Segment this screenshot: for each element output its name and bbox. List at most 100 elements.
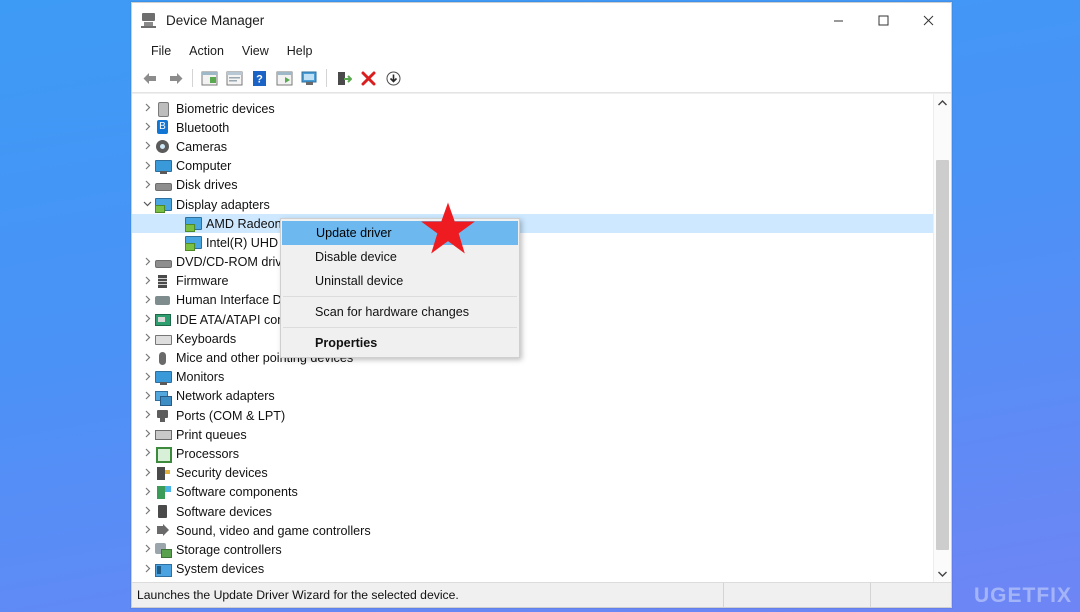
scroll-down-button[interactable]: [934, 565, 951, 582]
menu-view[interactable]: View: [233, 41, 278, 61]
chevron-right-icon[interactable]: [140, 544, 155, 555]
tree-item[interactable]: Biometric devices: [132, 99, 934, 118]
uninstall-device-icon[interactable]: [356, 66, 381, 90]
chevron-right-icon[interactable]: [140, 295, 155, 306]
context-menu-item[interactable]: Update driver: [282, 221, 518, 245]
context-menu-item[interactable]: Disable device: [281, 245, 519, 269]
tree-item[interactable]: Security devices: [132, 464, 934, 483]
tree-item[interactable]: Keyboards: [132, 329, 934, 348]
tree-item[interactable]: Processors: [132, 444, 934, 463]
tree-item[interactable]: Human Interface Devices: [132, 291, 934, 310]
tree-item[interactable]: Display adapters: [132, 195, 934, 214]
chevron-right-icon[interactable]: [140, 564, 155, 575]
tree-item-label: Ports (COM & LPT): [176, 409, 285, 423]
chevron-right-icon[interactable]: [140, 372, 155, 383]
tree-item-label: Bluetooth: [176, 121, 229, 135]
scan-hardware-changes-icon[interactable]: [297, 66, 322, 90]
chevron-down-icon[interactable]: [140, 199, 155, 210]
toolbar: ?: [132, 64, 951, 93]
tree-item-label: Network adapters: [176, 389, 275, 403]
toolbar-separator-1: [192, 69, 193, 87]
show-hide-console-tree-icon[interactable]: [197, 66, 222, 90]
back-icon[interactable]: [138, 66, 163, 90]
tree-item[interactable]: Network adapters: [132, 387, 934, 406]
tree-item[interactable]: BBluetooth: [132, 118, 934, 137]
tree-item[interactable]: Mice and other pointing devices: [132, 348, 934, 367]
chevron-right-icon[interactable]: [140, 391, 155, 402]
scrollbar-thumb[interactable]: [936, 160, 949, 550]
tree-item[interactable]: AMD Radeon (TM) RX 640: [132, 214, 934, 233]
properties-icon[interactable]: [222, 66, 247, 90]
chevron-right-icon[interactable]: [140, 257, 155, 268]
cpu-icon: [155, 446, 170, 461]
tree-item[interactable]: Universal Serial Bus controllers: [132, 579, 934, 582]
chevron-right-icon[interactable]: [140, 141, 155, 152]
chevron-right-icon[interactable]: [140, 448, 155, 459]
update-driver-icon[interactable]: [272, 66, 297, 90]
tree-item[interactable]: Print queues: [132, 425, 934, 444]
chevron-right-icon[interactable]: [140, 410, 155, 421]
tree-item[interactable]: Monitors: [132, 368, 934, 387]
red-star-annotation: [420, 201, 476, 255]
tree-item-label: Universal Serial Bus controllers: [176, 581, 351, 582]
sound-icon: [155, 523, 170, 538]
menu-file[interactable]: File: [142, 41, 180, 61]
context-menu-item[interactable]: Uninstall device: [281, 269, 519, 293]
chevron-right-icon[interactable]: [140, 180, 155, 191]
tree-scrollbar[interactable]: [933, 94, 951, 582]
tree-item-label: Software components: [176, 485, 298, 499]
menu-help[interactable]: Help: [278, 41, 322, 61]
chevron-right-icon[interactable]: [140, 103, 155, 114]
tree-item[interactable]: Software components: [132, 483, 934, 502]
monitor-icon: [155, 370, 170, 385]
device-tree[interactable]: Biometric devicesBBluetoothCamerasComput…: [132, 94, 934, 582]
chevron-right-icon[interactable]: [140, 525, 155, 536]
tree-item-label: System devices: [176, 562, 264, 576]
tree-item[interactable]: Software devices: [132, 502, 934, 521]
context-menu-item[interactable]: Scan for hardware changes: [281, 300, 519, 324]
disable-device-icon[interactable]: [381, 66, 406, 90]
chevron-right-icon[interactable]: [140, 353, 155, 364]
tree-item[interactable]: DVD/CD-ROM drives: [132, 253, 934, 272]
chevron-right-icon[interactable]: [140, 468, 155, 479]
tree-item[interactable]: System devices: [132, 560, 934, 579]
status-cell-2: [723, 583, 870, 607]
chevron-right-icon[interactable]: [140, 276, 155, 287]
chevron-right-icon[interactable]: [140, 487, 155, 498]
minimize-button[interactable]: [816, 3, 861, 38]
forward-icon[interactable]: [163, 66, 188, 90]
chevron-right-icon[interactable]: [140, 429, 155, 440]
tree-item[interactable]: Disk drives: [132, 176, 934, 195]
device-manager-window: Device Manager File Action View Help: [131, 2, 952, 608]
menu-action[interactable]: Action: [180, 41, 233, 61]
status-bar: Launches the Update Driver Wizard for th…: [132, 582, 951, 607]
display-icon: [185, 216, 200, 231]
help-icon[interactable]: ?: [247, 66, 272, 90]
chevron-right-icon[interactable]: [140, 161, 155, 172]
hid-icon: [155, 293, 170, 308]
close-button[interactable]: [906, 3, 951, 38]
device-tree-panel: Biometric devicesBBluetoothCamerasComput…: [132, 93, 951, 582]
tree-item[interactable]: Ports (COM & LPT): [132, 406, 934, 425]
chevron-right-icon[interactable]: [140, 506, 155, 517]
enable-device-icon[interactable]: [331, 66, 356, 90]
scroll-up-button[interactable]: [934, 94, 951, 111]
window-controls: [816, 3, 951, 38]
chevron-right-icon[interactable]: [140, 122, 155, 133]
tree-item[interactable]: Computer: [132, 157, 934, 176]
chevron-right-icon[interactable]: [140, 314, 155, 325]
tree-item-label: DVD/CD-ROM drives: [176, 255, 295, 269]
device-context-menu[interactable]: Update driverDisable deviceUninstall dev…: [280, 218, 520, 358]
chevron-right-icon[interactable]: [140, 333, 155, 344]
biometric-icon: [155, 101, 170, 116]
tree-item-label: Software devices: [176, 505, 272, 519]
tree-item[interactable]: Firmware: [132, 272, 934, 291]
tree-item[interactable]: Sound, video and game controllers: [132, 521, 934, 540]
tree-item[interactable]: Storage controllers: [132, 540, 934, 559]
toolbar-separator-2: [326, 69, 327, 87]
maximize-button[interactable]: [861, 3, 906, 38]
tree-item[interactable]: Intel(R) UHD Graphics: [132, 233, 934, 252]
tree-item[interactable]: Cameras: [132, 137, 934, 156]
tree-item[interactable]: IDE ATA/ATAPI controllers: [132, 310, 934, 329]
context-menu-item[interactable]: Properties: [281, 331, 519, 355]
